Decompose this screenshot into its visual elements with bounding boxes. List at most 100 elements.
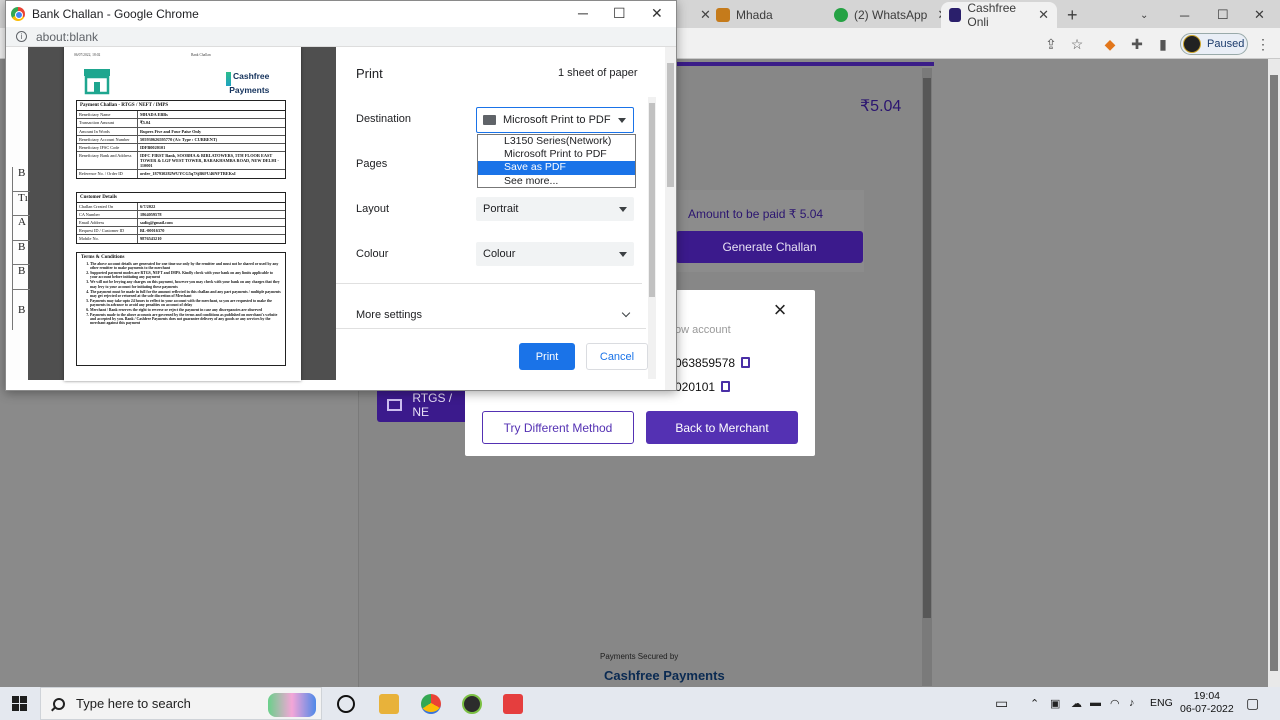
- ifsc-code: 020101: [675, 380, 716, 394]
- field-value: 505930626595770 (A/c Type : CURRENT): [140, 137, 218, 142]
- tab-search-icon[interactable]: ⌄: [1140, 2, 1148, 28]
- account-number-row: 063859578: [675, 356, 751, 370]
- list-item: Merchant / Bank reserves the right to re…: [90, 308, 281, 312]
- field-value: sadiq@gmail.com: [140, 220, 173, 225]
- app-taskbar-icon[interactable]: [462, 694, 482, 714]
- side-panel-icon[interactable]: ▮: [1154, 35, 1172, 53]
- chevron-up-icon[interactable]: ⌃: [1030, 697, 1039, 710]
- more-settings-toggle[interactable]: More settings: [356, 309, 422, 321]
- file-explorer-icon[interactable]: [379, 694, 399, 714]
- table-row: Transaction Amount ₹5.04: [77, 119, 285, 128]
- order-amount: ₹5.04: [860, 98, 902, 115]
- metamask-icon[interactable]: ◆: [1101, 35, 1119, 53]
- bookmark-star-icon[interactable]: ☆: [1068, 35, 1086, 53]
- windows-start-icon[interactable]: [12, 696, 27, 711]
- chrome-taskbar-icon[interactable]: [421, 694, 441, 714]
- share-icon[interactable]: ⇪: [1042, 35, 1060, 53]
- copy-icon[interactable]: [721, 381, 731, 392]
- tab-partial[interactable]: ✕: [690, 2, 711, 28]
- info-icon[interactable]: i: [16, 31, 27, 42]
- bank-icon: [84, 69, 110, 95]
- close-icon[interactable]: ×: [772, 299, 788, 321]
- chevron-down-icon[interactable]: [621, 308, 631, 318]
- destination-option[interactable]: Microsoft Print to PDF: [478, 148, 635, 161]
- destination-option[interactable]: See more...: [478, 175, 635, 188]
- print-settings-panel: Print 1 sheet of paper Destination Micro…: [336, 47, 666, 390]
- chevron-down-icon: [619, 252, 627, 257]
- notification-icon[interactable]: ▢: [1246, 695, 1259, 712]
- tab-close-icon[interactable]: ✕: [700, 7, 711, 23]
- layout-select[interactable]: Portrait: [476, 197, 634, 221]
- battery-icon[interactable]: ▬: [1090, 697, 1101, 709]
- field-value: IDFC FIRST Bank, SOOBHA & BIRLATOWERS, 5…: [140, 153, 279, 168]
- tab-cashfree[interactable]: Cashfree Onli ✕: [941, 1, 1057, 29]
- volume-icon[interactable]: ♪: [1129, 697, 1135, 709]
- strip-row: B: [12, 240, 30, 265]
- profile-button[interactable]: Paused: [1180, 33, 1248, 55]
- back-to-merchant-button[interactable]: Back to Merchant: [646, 411, 798, 444]
- minimize-icon[interactable]: ─: [1180, 2, 1189, 28]
- field-label: Beneficiary Account Number: [77, 136, 138, 143]
- language-indicator[interactable]: ENG: [1150, 697, 1173, 709]
- field-label: Beneficiary Name: [77, 111, 138, 118]
- maximize-icon[interactable]: ☐: [1217, 2, 1229, 28]
- maximize-icon[interactable]: ☐: [613, 5, 626, 22]
- bank-transfer-icon: [387, 399, 403, 411]
- divider: [336, 283, 642, 284]
- rtgs-neft-option[interactable]: RTGS / NE: [377, 388, 469, 422]
- search-highlight-icon[interactable]: [268, 693, 316, 717]
- address-bar[interactable]: i about:blank: [6, 27, 676, 47]
- field-label: Beneficiary Bank and Address: [77, 152, 138, 169]
- destination-select[interactable]: Microsoft Print to PDF: [476, 107, 634, 133]
- search-icon: [53, 697, 65, 710]
- clock[interactable]: 19:04 06-07-2022: [1180, 690, 1234, 716]
- close-icon[interactable]: ✕: [651, 5, 663, 22]
- cashfree-icon: [949, 8, 962, 22]
- meet-icon[interactable]: ▣: [1050, 697, 1060, 710]
- try-different-method-button[interactable]: Try Different Method: [482, 411, 634, 444]
- clock-date: 06-07-2022: [1180, 703, 1234, 715]
- print-button[interactable]: Print: [519, 343, 575, 370]
- colour-value: Colour: [483, 248, 516, 260]
- tab-close-icon[interactable]: ✕: [1038, 7, 1049, 23]
- table-row: Beneficiary IFSC Code IDFB0020101: [77, 144, 285, 152]
- field-label: Beneficiary IFSC Code: [77, 144, 138, 151]
- wifi-icon[interactable]: ◠: [1110, 697, 1120, 710]
- cancel-button[interactable]: Cancel: [586, 343, 648, 370]
- search-placeholder: Type here to search: [76, 696, 191, 711]
- notifications-center-icon[interactable]: ▭: [995, 695, 1008, 712]
- terms-title: Terms & Conditions: [81, 255, 125, 260]
- tab-whatsapp[interactable]: (2) WhatsApp ✕: [834, 2, 948, 28]
- destination-option-selected[interactable]: Save as PDF: [478, 161, 635, 175]
- preview-window-scrollbar[interactable]: [665, 47, 676, 390]
- field-label: Reference No. / Order ID: [77, 170, 138, 178]
- settings-scrollbar[interactable]: [648, 97, 656, 379]
- cashfree-logo: Cashfree Payments: [604, 668, 725, 683]
- colour-select[interactable]: Colour: [476, 242, 634, 266]
- new-tab-icon[interactable]: +: [1067, 2, 1078, 28]
- page-scrollbar[interactable]: [922, 68, 932, 686]
- menu-icon[interactable]: ⋮: [1254, 35, 1272, 53]
- tab-mhada[interactable]: Mhada ✕: [716, 2, 846, 28]
- cortana-icon[interactable]: [337, 695, 355, 713]
- amount-to-be-paid: Amount to be paid ₹ 5.04: [688, 207, 824, 221]
- window-titlebar[interactable]: Bank Challan - Google Chrome ─ ☐ ✕: [6, 1, 676, 27]
- table-row: Beneficiary Bank and Address IDFC FIRST B…: [77, 152, 285, 170]
- close-icon[interactable]: ✕: [1254, 2, 1265, 28]
- sheet-header-date: 06/07/2022, 18:02: [74, 53, 101, 57]
- modal-subtitle: ow account: [675, 324, 731, 336]
- field-value: order_187930282WUYCG5q7SjB6FU46NFTBEKxI: [140, 171, 236, 176]
- onedrive-icon[interactable]: ☁: [1071, 697, 1082, 710]
- anydesk-icon[interactable]: [503, 694, 523, 714]
- strip-row: B: [12, 265, 30, 290]
- minimize-icon[interactable]: ─: [578, 5, 588, 21]
- destination-option[interactable]: L3150 Series(Network): [478, 135, 635, 148]
- window-scrollbar[interactable]: [1268, 59, 1280, 687]
- generate-challan-button[interactable]: Generate Challan: [676, 231, 863, 263]
- copy-icon[interactable]: [741, 357, 751, 368]
- list-item: We will not be levying any charges on th…: [90, 280, 281, 289]
- address-text: about:blank: [36, 29, 99, 44]
- destination-value: Microsoft Print to PDF: [503, 114, 611, 126]
- terms-and-conditions: Terms & Conditions The above account det…: [76, 252, 286, 366]
- extensions-icon[interactable]: ✚: [1128, 35, 1146, 53]
